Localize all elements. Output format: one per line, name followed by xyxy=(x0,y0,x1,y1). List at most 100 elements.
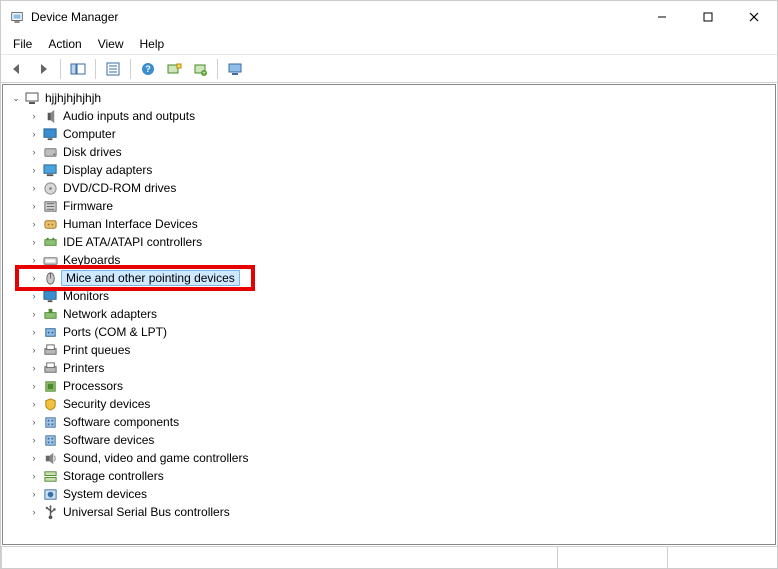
statusbar-panel xyxy=(667,547,777,568)
tree-item[interactable]: ›Human Interface Devices xyxy=(3,215,775,233)
chevron-right-icon[interactable]: › xyxy=(27,183,41,193)
maximize-button[interactable] xyxy=(685,1,731,33)
scan-hardware-button[interactable] xyxy=(162,58,186,80)
back-button[interactable] xyxy=(5,58,29,80)
minimize-button[interactable] xyxy=(639,1,685,33)
tree-item[interactable]: ›Ports (COM & LPT) xyxy=(3,323,775,341)
highlight-annotation: ›Mice and other pointing devices xyxy=(15,265,255,291)
tree-item[interactable]: › Display adapters xyxy=(3,161,775,179)
tree-root-label: hjjhjhjhjhjh xyxy=(43,91,103,105)
mouse-icon xyxy=(42,270,58,286)
tree-root[interactable]: ⌄ hjjhjhjhjhjh xyxy=(3,89,775,107)
chevron-right-icon[interactable]: › xyxy=(27,489,41,499)
chevron-right-icon[interactable]: › xyxy=(27,201,41,211)
chevron-right-icon[interactable]: › xyxy=(27,273,41,283)
svg-text:+: + xyxy=(202,71,206,76)
tree-item[interactable]: › Storage controllers xyxy=(3,467,775,485)
tree-item-label: Print queues xyxy=(61,343,132,357)
tree-item-label: IDE ATA/ATAPI controllers xyxy=(61,235,204,249)
svg-text:?: ? xyxy=(145,64,151,74)
tree-item[interactable]: › Print queues xyxy=(3,341,775,359)
printer-icon xyxy=(42,360,58,376)
tree-item[interactable]: ›Security devices xyxy=(3,395,775,413)
chevron-right-icon[interactable]: › xyxy=(27,255,41,265)
chevron-right-icon[interactable]: › xyxy=(27,399,41,409)
system-icon xyxy=(42,486,58,502)
chevron-right-icon[interactable]: › xyxy=(27,507,41,517)
help-button[interactable]: ? xyxy=(136,58,160,80)
toolbar: ? + xyxy=(1,55,777,83)
chevron-right-icon[interactable]: › xyxy=(27,327,41,337)
software-icon xyxy=(42,432,58,448)
tree-item-label: Printers xyxy=(61,361,106,375)
properties-button[interactable] xyxy=(101,58,125,80)
toolbar-separator xyxy=(217,59,218,79)
expander-icon[interactable]: ⌄ xyxy=(9,93,23,104)
software-icon xyxy=(42,414,58,430)
chevron-right-icon[interactable]: › xyxy=(27,435,41,445)
menu-file[interactable]: File xyxy=(5,35,40,53)
add-legacy-button[interactable]: + xyxy=(188,58,212,80)
security-icon xyxy=(42,396,58,412)
tree-item-label: Network adapters xyxy=(61,307,159,321)
remote-button[interactable] xyxy=(223,58,247,80)
statusbar-panel xyxy=(557,547,667,568)
show-hide-tree-button[interactable] xyxy=(66,58,90,80)
tree-item[interactable]: › Network adapters xyxy=(3,305,775,323)
chevron-right-icon[interactable]: › xyxy=(27,237,41,247)
app-icon xyxy=(9,9,25,25)
tree-item[interactable]: › Printers xyxy=(3,359,775,377)
tree-item[interactable]: › Computer xyxy=(3,125,775,143)
chevron-right-icon[interactable]: › xyxy=(27,111,41,121)
printer-icon xyxy=(42,342,58,358)
storage-icon xyxy=(42,468,58,484)
window-controls xyxy=(639,1,777,33)
tree-item-label: Firmware xyxy=(61,199,115,213)
tree-item-label: Software components xyxy=(61,415,181,429)
menu-view[interactable]: View xyxy=(90,35,132,53)
menu-action[interactable]: Action xyxy=(40,35,89,53)
tree-item-label: Storage controllers xyxy=(61,469,166,483)
tree-item[interactable]: ›System devices xyxy=(3,485,775,503)
chevron-right-icon[interactable]: › xyxy=(27,309,41,319)
menu-help[interactable]: Help xyxy=(132,35,173,53)
tree-item[interactable]: ›Software devices xyxy=(3,431,775,449)
chevron-right-icon[interactable]: › xyxy=(27,129,41,139)
chevron-right-icon[interactable]: › xyxy=(27,417,41,427)
tree-item-label: Disk drives xyxy=(61,145,124,159)
tree-item[interactable]: ›Audio inputs and outputs xyxy=(3,107,775,125)
speaker-icon xyxy=(42,108,58,124)
tree-item-label: Monitors xyxy=(61,289,111,303)
toolbar-separator xyxy=(60,59,61,79)
statusbar-panel xyxy=(1,547,557,568)
toolbar-separator xyxy=(95,59,96,79)
tree-item[interactable]: › IDE ATA/ATAPI controllers xyxy=(3,233,775,251)
chevron-right-icon[interactable]: › xyxy=(27,471,41,481)
tree-item[interactable]: › Disk drives xyxy=(3,143,775,161)
titlebar: Device Manager xyxy=(1,1,777,33)
chevron-right-icon[interactable]: › xyxy=(27,219,41,229)
chevron-right-icon[interactable]: › xyxy=(27,147,41,157)
window-title: Device Manager xyxy=(31,10,639,24)
tree-item[interactable]: ›Universal Serial Bus controllers xyxy=(3,503,775,521)
chevron-right-icon[interactable]: › xyxy=(27,345,41,355)
computer-icon xyxy=(24,90,40,106)
tree-item[interactable]: ›Sound, video and game controllers xyxy=(3,449,775,467)
tree-item-label: Display adapters xyxy=(61,163,154,177)
chevron-right-icon[interactable]: › xyxy=(27,291,41,301)
port-icon xyxy=(42,324,58,340)
device-tree-pane[interactable]: ⌄ hjjhjhjhjhjh ›Audio inputs and outputs… xyxy=(2,84,776,545)
tree-item[interactable]: ›DVD/CD-ROM drives xyxy=(3,179,775,197)
chevron-right-icon[interactable]: › xyxy=(27,165,41,175)
forward-button[interactable] xyxy=(31,58,55,80)
chevron-right-icon[interactable]: › xyxy=(27,381,41,391)
tree-item-label: Computer xyxy=(61,127,118,141)
tree-item[interactable]: › Firmware xyxy=(3,197,775,215)
tree-item[interactable]: ›Processors xyxy=(3,377,775,395)
chevron-right-icon[interactable]: › xyxy=(27,363,41,373)
tree-item[interactable]: › Software components xyxy=(3,413,775,431)
chevron-right-icon[interactable]: › xyxy=(27,453,41,463)
tree-item[interactable]: ›Mice and other pointing devices xyxy=(19,269,251,287)
close-button[interactable] xyxy=(731,1,777,33)
ide-icon xyxy=(42,234,58,250)
